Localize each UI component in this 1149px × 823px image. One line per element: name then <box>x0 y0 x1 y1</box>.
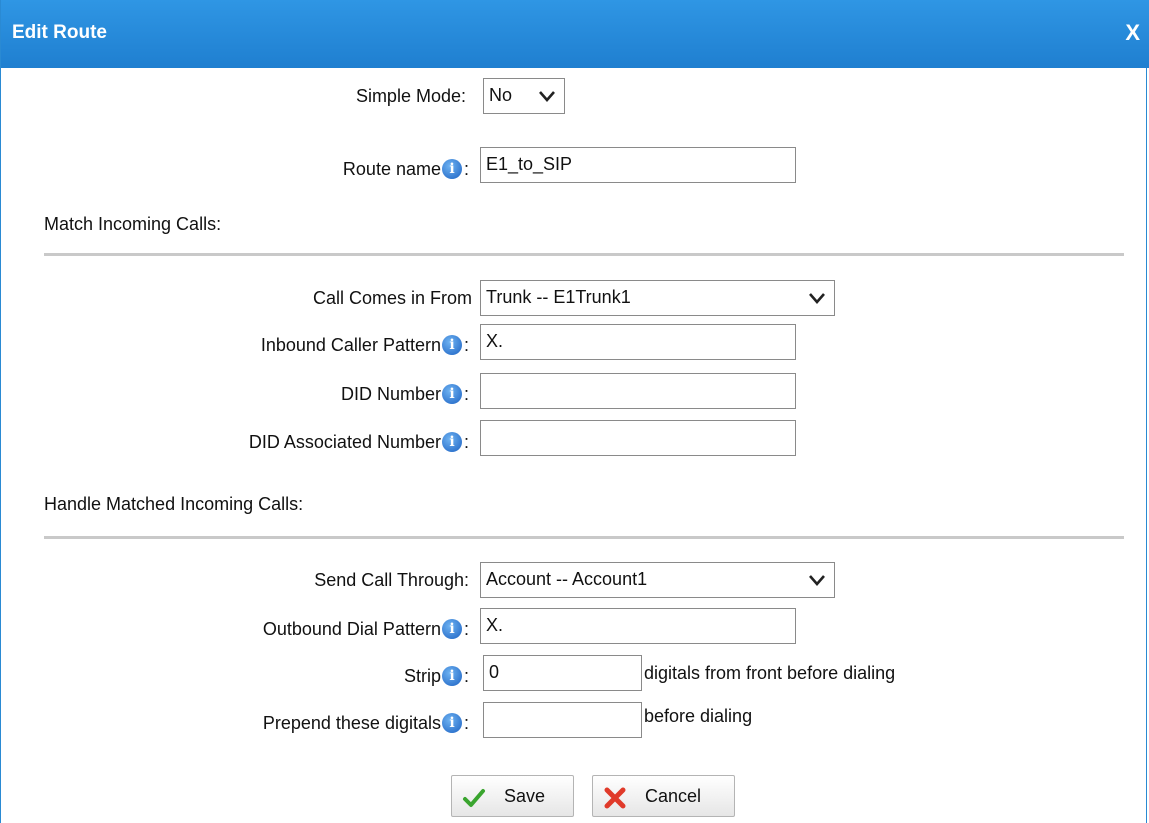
prepend-label-text: Prepend these digitals <box>262 713 441 733</box>
route-name-colon: : <box>463 159 469 179</box>
save-button[interactable]: Save <box>451 775 574 817</box>
route-name-value: E1_to_SIP <box>486 154 573 174</box>
cancel-button-label: Cancel <box>645 786 702 806</box>
info-icon[interactable]: i <box>441 384 462 404</box>
chevron-down-icon <box>809 293 825 304</box>
inbound-pattern-label: Inbound Caller Pattern i: <box>261 333 469 357</box>
section-divider <box>44 253 1124 256</box>
info-icon[interactable]: i <box>441 335 462 355</box>
did-assoc-label-text: DID Associated Number <box>248 432 441 452</box>
send-through-label: Send Call Through: <box>314 568 469 592</box>
inbound-pattern-input[interactable]: X. <box>480 324 796 360</box>
simple-mode-value: No <box>489 85 513 105</box>
did-number-input[interactable] <box>480 373 796 409</box>
chevron-down-icon <box>539 91 555 102</box>
inbound-pattern-value: X. <box>486 331 504 351</box>
info-icon[interactable]: i <box>441 159 462 179</box>
strip-label-text: Strip <box>403 666 441 686</box>
did-number-colon: : <box>463 384 469 404</box>
inbound-pattern-label-text: Inbound Caller Pattern <box>260 335 441 355</box>
checkmark-icon <box>463 789 485 807</box>
dialog-title: Edit Route <box>12 22 107 43</box>
outbound-pattern-colon: : <box>463 619 469 639</box>
cancel-button[interactable]: Cancel <box>592 775 735 817</box>
simple-mode-select[interactable]: No <box>483 78 565 114</box>
outbound-pattern-label-text: Outbound Dial Pattern <box>262 619 441 639</box>
chevron-down-icon <box>809 575 825 586</box>
outbound-pattern-value: X. <box>486 615 504 635</box>
call-from-select[interactable]: Trunk -- E1Trunk1 <box>480 280 835 316</box>
did-assoc-label: DID Associated Number i: <box>249 430 469 454</box>
send-through-value: Account -- Account1 <box>486 569 648 589</box>
strip-colon: : <box>463 666 469 686</box>
outbound-pattern-input[interactable]: X. <box>480 608 796 644</box>
inbound-pattern-colon: : <box>463 335 469 355</box>
close-icon[interactable]: X <box>1125 20 1140 46</box>
match-incoming-section-title: Match Incoming Calls: <box>44 214 222 234</box>
send-through-select[interactable]: Account -- Account1 <box>480 562 835 598</box>
dialog-titlebar: Edit Route X <box>1 0 1149 68</box>
did-assoc-input[interactable] <box>480 420 796 456</box>
call-from-value: Trunk -- E1Trunk1 <box>486 287 631 307</box>
did-number-label: DID Number i: <box>341 382 469 406</box>
prepend-suffix: before dialing <box>644 706 753 726</box>
info-icon[interactable]: i <box>441 666 462 686</box>
strip-value: 0 <box>489 662 500 682</box>
simple-mode-label: Simple Mode: <box>356 84 466 108</box>
edit-route-dialog: Edit Route X Simple Mode: No Route name i… <box>0 0 1149 823</box>
strip-input[interactable]: 0 <box>483 655 642 691</box>
route-name-label-text: Route name <box>342 159 441 179</box>
info-icon[interactable]: i <box>441 713 462 733</box>
strip-suffix: digitals from front before dialing <box>644 663 896 683</box>
call-from-label-text: Call Comes in From <box>312 288 472 308</box>
outbound-pattern-label: Outbound Dial Pattern i: <box>263 617 469 641</box>
prepend-label: Prepend these digitals i: <box>263 711 469 735</box>
strip-label: Strip i: <box>404 664 469 688</box>
handle-incoming-section-title: Handle Matched Incoming Calls: <box>44 494 304 514</box>
route-name-input[interactable]: E1_to_SIP <box>480 147 796 183</box>
prepend-colon: : <box>463 713 469 733</box>
info-icon[interactable]: i <box>441 619 462 639</box>
did-assoc-colon: : <box>463 432 469 452</box>
did-number-label-text: DID Number <box>340 384 441 404</box>
send-through-label-text: Send Call Through: <box>314 570 469 590</box>
route-name-label: Route name i: <box>343 157 469 181</box>
close-x-icon <box>604 787 626 809</box>
call-from-label: Call Comes in From <box>313 286 472 310</box>
section-divider <box>44 536 1124 539</box>
prepend-input[interactable] <box>483 702 642 738</box>
save-button-label: Save <box>504 786 546 806</box>
info-icon[interactable]: i <box>441 432 462 452</box>
simple-mode-label-text: Simple Mode: <box>355 86 466 106</box>
